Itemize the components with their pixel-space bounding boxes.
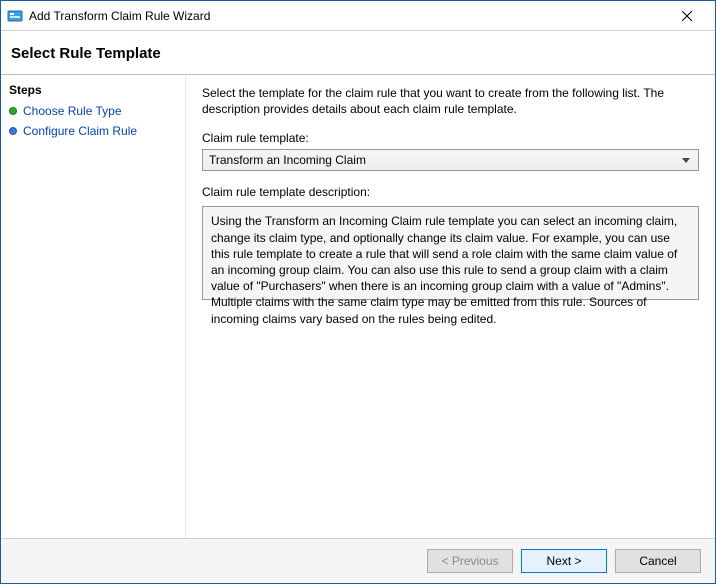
step-current-icon [9,127,17,135]
window-title: Add Transform Claim Rule Wizard [29,9,667,23]
template-description-box: Using the Transform an Incoming Claim ru… [202,206,699,300]
page-title: Select Rule Template [11,45,161,62]
close-button[interactable] [667,2,707,30]
step-configure-claim-rule[interactable]: Configure Claim Rule [7,121,179,141]
step-label: Configure Claim Rule [23,124,137,138]
step-choose-rule-type[interactable]: Choose Rule Type [7,101,179,121]
title-bar: Add Transform Claim Rule Wizard [1,1,715,31]
dropdown-selected-text: Transform an Incoming Claim [209,153,678,167]
previous-button: < Previous [427,549,513,573]
description-label: Claim rule template description: [202,185,699,199]
chevron-down-icon [678,158,694,163]
page-header: Select Rule Template [1,31,715,75]
wizard-footer: < Previous Next > Cancel [1,538,715,583]
main-panel: Select the template for the claim rule t… [186,75,715,538]
close-icon [682,11,692,21]
steps-sidebar: Steps Choose Rule Type Configure Claim R… [1,75,186,538]
step-label: Choose Rule Type [23,104,122,118]
step-done-icon [9,107,17,115]
cancel-button[interactable]: Cancel [615,549,701,573]
instruction-text: Select the template for the claim rule t… [202,85,699,117]
claim-rule-template-dropdown[interactable]: Transform an Incoming Claim [202,149,699,171]
template-label: Claim rule template: [202,131,699,145]
steps-heading: Steps [7,81,179,101]
app-icon [7,8,23,24]
next-button[interactable]: Next > [521,549,607,573]
